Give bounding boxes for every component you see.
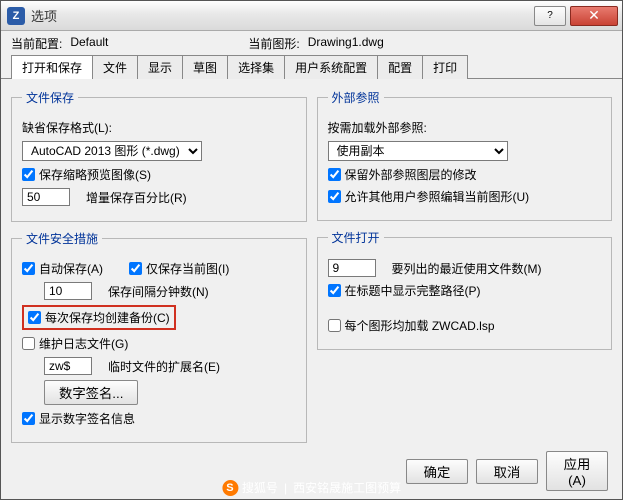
tab-display[interactable]: 显示 bbox=[137, 55, 183, 79]
retain-layers-text: 保留外部参照图层的修改 bbox=[345, 166, 477, 183]
signature-button[interactable]: 数字签名... bbox=[44, 380, 138, 405]
cancel-button[interactable]: 取消 bbox=[476, 459, 538, 484]
autosave-checkbox[interactable] bbox=[22, 262, 35, 275]
interval-input[interactable] bbox=[44, 282, 92, 300]
left-column: 文件保存 缺省保存格式(L): AutoCAD 2013 图形 (*.dwg) … bbox=[11, 89, 307, 443]
tabs: 打开和保存 文件 显示 草图 选择集 用户系统配置 配置 打印 bbox=[1, 54, 622, 79]
loadlsp-label[interactable]: 每个图形均加载 ZWCAD.lsp bbox=[328, 317, 495, 334]
only-current-checkbox[interactable] bbox=[129, 262, 142, 275]
apply-button[interactable]: 应用(A) bbox=[546, 451, 608, 491]
backup-checkbox[interactable] bbox=[28, 311, 41, 324]
show-signature-text: 显示数字签名信息 bbox=[39, 410, 135, 427]
tab-user[interactable]: 用户系统配置 bbox=[284, 55, 378, 79]
allow-edit-text: 允许其他用户参照编辑当前图形(U) bbox=[345, 188, 530, 205]
autosave-text: 自动保存(A) bbox=[39, 260, 103, 277]
tab-selection[interactable]: 选择集 bbox=[227, 55, 285, 79]
tab-print[interactable]: 打印 bbox=[422, 55, 468, 79]
show-signature-label[interactable]: 显示数字签名信息 bbox=[22, 410, 135, 427]
logfile-label[interactable]: 维护日志文件(G) bbox=[22, 335, 128, 352]
allow-edit-label[interactable]: 允许其他用户参照编辑当前图形(U) bbox=[328, 188, 530, 205]
fullpath-label[interactable]: 在标题中显示完整路径(P) bbox=[328, 282, 481, 299]
tab-body: 文件保存 缺省保存格式(L): AutoCAD 2013 图形 (*.dwg) … bbox=[1, 79, 622, 453]
loadlsp-text: 每个图形均加载 ZWCAD.lsp bbox=[345, 317, 495, 334]
increment-input[interactable] bbox=[22, 188, 70, 206]
increment-label: 增量保存百分比(R) bbox=[86, 189, 187, 206]
backup-text: 每次保存均创建备份(C) bbox=[45, 309, 170, 326]
only-current-text: 仅保存当前图(I) bbox=[146, 260, 229, 277]
current-drawing-value: Drawing1.dwg bbox=[308, 35, 384, 52]
show-signature-checkbox[interactable] bbox=[22, 412, 35, 425]
watermark: S 搜狐号 | 西安铭晟施工图预算 bbox=[222, 479, 401, 496]
help-button[interactable]: ? bbox=[534, 6, 566, 26]
interval-label: 保存间隔分钟数(N) bbox=[108, 283, 209, 300]
tab-file[interactable]: 文件 bbox=[92, 55, 138, 79]
legend-file-save: 文件保存 bbox=[22, 89, 78, 106]
highlight-box: 每次保存均创建备份(C) bbox=[22, 305, 176, 330]
group-safety: 文件安全措施 自动保存(A) 仅保存当前图(I) 保存间隔分钟数(N) bbox=[11, 230, 307, 443]
autosave-label[interactable]: 自动保存(A) bbox=[22, 260, 103, 277]
window-title: 选项 bbox=[31, 6, 57, 25]
tab-open-save[interactable]: 打开和保存 bbox=[11, 55, 93, 79]
titlebar: Z 选项 ? ✕ bbox=[1, 1, 622, 31]
watermark-prefix: 搜狐号 bbox=[242, 479, 278, 496]
fullpath-checkbox[interactable] bbox=[328, 284, 341, 297]
ok-button[interactable]: 确定 bbox=[406, 459, 468, 484]
xref-load-select[interactable]: 使用副本 bbox=[328, 141, 508, 161]
sohu-icon: S bbox=[222, 480, 238, 496]
group-file-open: 文件打开 要列出的最近使用文件数(M) 在标题中显示完整路径(P) 每个图形均加… bbox=[317, 229, 613, 350]
window-buttons: ? ✕ bbox=[534, 6, 622, 26]
watermark-text: 西安铭晟施工图预算 bbox=[293, 479, 401, 496]
default-format-select[interactable]: AutoCAD 2013 图形 (*.dwg) bbox=[22, 141, 202, 161]
logfile-text: 维护日志文件(G) bbox=[39, 335, 128, 352]
logfile-checkbox[interactable] bbox=[22, 337, 35, 350]
group-xref: 外部参照 按需加载外部参照: 使用副本 保留外部参照图层的修改 bbox=[317, 89, 613, 221]
default-format-label: 缺省保存格式(L): bbox=[22, 119, 112, 136]
options-dialog: Z 选项 ? ✕ 当前配置: Default 当前图形: Drawing1.dw… bbox=[0, 0, 623, 500]
loadlsp-checkbox[interactable] bbox=[328, 319, 341, 332]
fullpath-text: 在标题中显示完整路径(P) bbox=[345, 282, 481, 299]
close-button[interactable]: ✕ bbox=[570, 6, 618, 26]
thumbnail-text: 保存缩略预览图像(S) bbox=[39, 166, 151, 183]
legend-xref: 外部参照 bbox=[328, 89, 384, 106]
xref-load-label: 按需加载外部参照: bbox=[328, 119, 427, 136]
thumbnail-checkbox-label[interactable]: 保存缩略预览图像(S) bbox=[22, 166, 151, 183]
allow-edit-checkbox[interactable] bbox=[328, 190, 341, 203]
backup-label[interactable]: 每次保存均创建备份(C) bbox=[28, 309, 170, 326]
only-current-label[interactable]: 仅保存当前图(I) bbox=[129, 260, 229, 277]
recent-input[interactable] bbox=[328, 259, 376, 277]
recent-label: 要列出的最近使用文件数(M) bbox=[392, 260, 542, 277]
thumbnail-checkbox[interactable] bbox=[22, 168, 35, 181]
tab-draft[interactable]: 草图 bbox=[182, 55, 228, 79]
legend-safety: 文件安全措施 bbox=[22, 230, 102, 247]
retain-layers-checkbox[interactable] bbox=[328, 168, 341, 181]
tab-profile[interactable]: 配置 bbox=[377, 55, 423, 79]
right-column: 外部参照 按需加载外部参照: 使用副本 保留外部参照图层的修改 bbox=[317, 89, 613, 443]
retain-layers-label[interactable]: 保留外部参照图层的修改 bbox=[328, 166, 477, 183]
current-drawing-label: 当前图形: bbox=[248, 35, 299, 52]
tempext-label: 临时文件的扩展名(E) bbox=[108, 358, 220, 375]
current-profile-value: Default bbox=[70, 35, 108, 52]
footer: 确定 取消 应用(A) bbox=[406, 451, 608, 491]
tempext-input[interactable] bbox=[44, 357, 92, 375]
info-row: 当前配置: Default 当前图形: Drawing1.dwg bbox=[1, 31, 622, 54]
legend-file-open: 文件打开 bbox=[328, 229, 384, 246]
current-profile-label: 当前配置: bbox=[11, 35, 62, 52]
group-file-save: 文件保存 缺省保存格式(L): AutoCAD 2013 图形 (*.dwg) … bbox=[11, 89, 307, 222]
app-icon: Z bbox=[7, 7, 25, 25]
